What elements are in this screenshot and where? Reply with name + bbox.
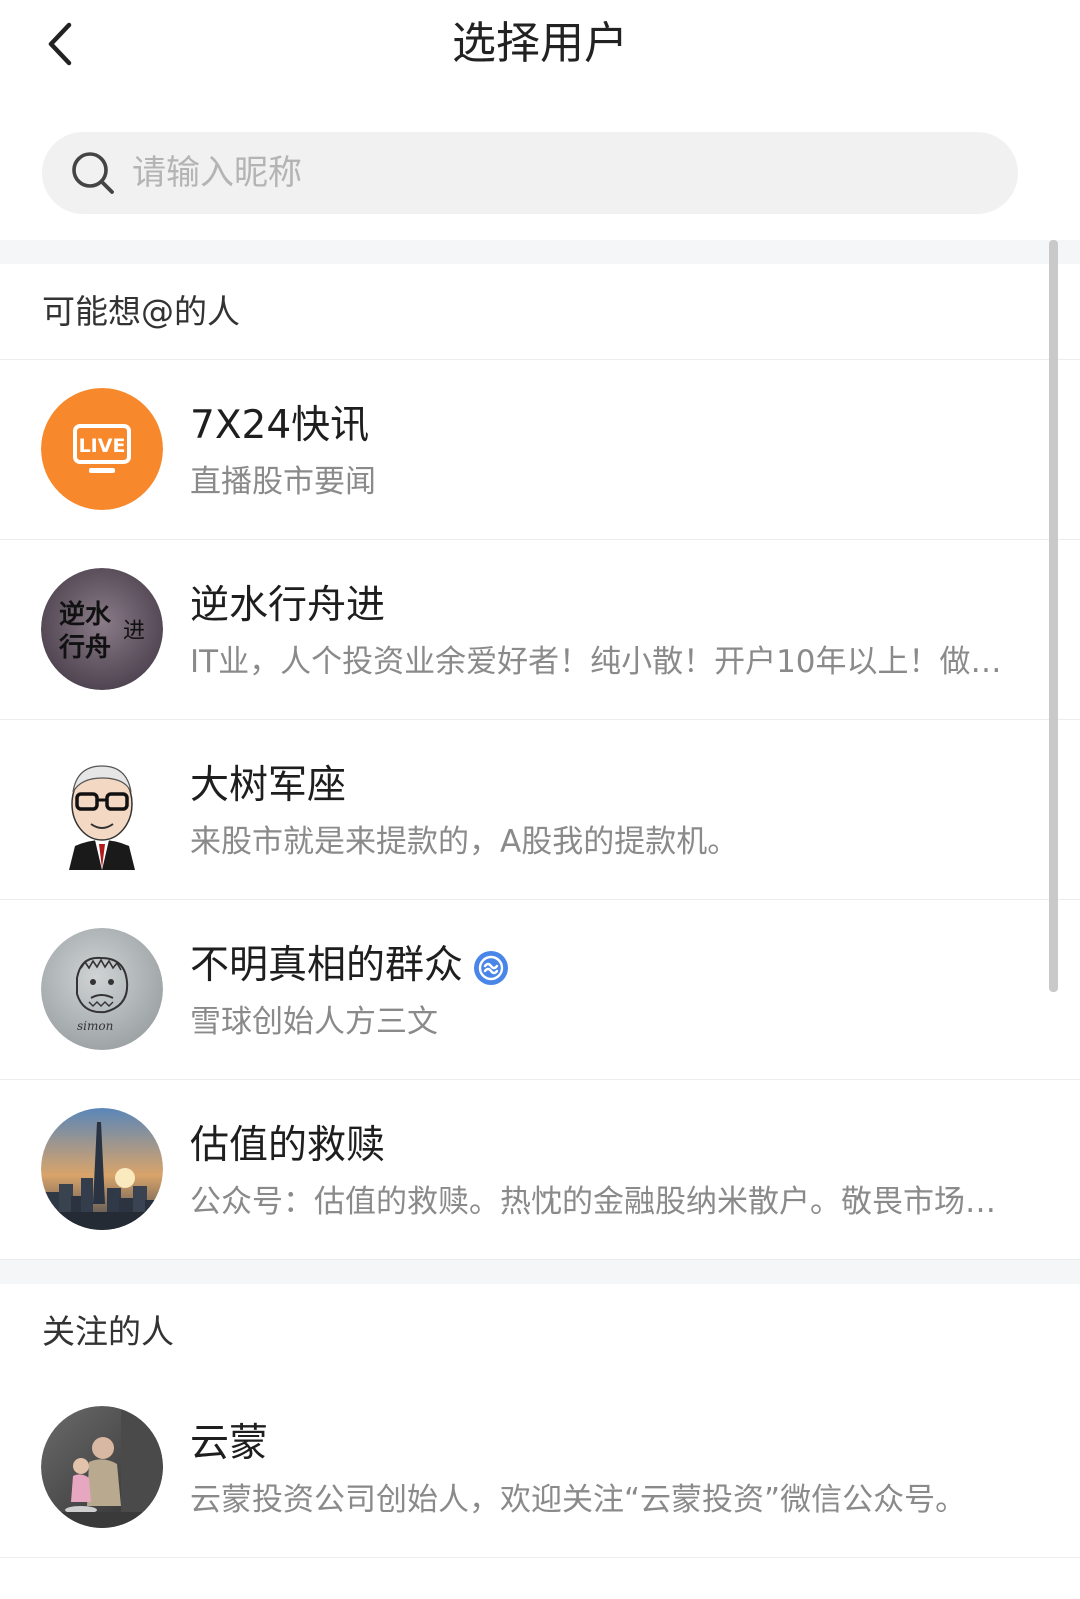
avatar-calligraphy: 进 (123, 619, 145, 644)
avatar (41, 1108, 163, 1230)
search-icon (70, 150, 116, 196)
avatar (41, 748, 163, 870)
user-desc: 雪球创始人方三文 (190, 1004, 438, 1040)
user-desc: 直播股市要闻 (190, 464, 376, 500)
user-name: 7X24快讯 (190, 400, 369, 452)
section-title: 可能想@的人 (42, 292, 240, 331)
avatar: LIVE (41, 388, 163, 510)
user-name-text: 7X24快讯 (190, 403, 370, 448)
search-input[interactable] (130, 142, 988, 204)
user-desc: 云蒙投资公司创始人，欢迎关注“云蒙投资”微信公众号。 (190, 1482, 967, 1518)
avatar-calligraphy: 逆水 (59, 599, 112, 630)
avatar-calligraphy: 行舟 (58, 632, 111, 663)
user-desc: IT业，人个投资业余爱好者！纯小散！开户10年以上！做过不少亏本生意 (190, 644, 1010, 680)
avatar: simon (41, 928, 163, 1050)
top-bar: 选择用户 (0, 0, 1080, 100)
page-title: 选择用户 (452, 18, 628, 69)
user-row-buming[interactable]: simon 不明真相的群众 雪球创始人方三文 (0, 900, 1080, 1080)
user-name: 大树军座 (190, 760, 346, 812)
user-row-yunmeng[interactable]: 云蒙 云蒙投资公司创始人，欢迎关注“云蒙投资”微信公众号。 (0, 1378, 1080, 1558)
user-name-text: 云蒙 (190, 1421, 269, 1466)
user-name: 逆水行舟进 (190, 580, 385, 632)
user-name-text: 大树军座 (190, 763, 347, 808)
section-header-suggested: 可能想@的人 (0, 264, 1080, 360)
user-row-7x24[interactable]: LIVE 7X24快讯 直播股市要闻 (0, 360, 1080, 540)
avatar-signature: simon (77, 1019, 113, 1033)
user-desc: 公众号：估值的救赎。热忱的金融股纳米散户。敬畏市场，理性投资 (190, 1184, 1010, 1220)
live-badge-text: LIVE (79, 435, 126, 457)
user-name: 云蒙 (190, 1418, 268, 1470)
search-bar[interactable] (42, 132, 1018, 214)
user-row-dashu[interactable]: 大树军座 来股市就是来提款的，A股我的提款机。 (0, 720, 1080, 900)
verified-badge-icon (473, 948, 509, 985)
scrollbar[interactable] (1049, 240, 1058, 992)
section-divider (0, 240, 1080, 264)
user-row-nishui[interactable]: 逆水 行舟 进 逆水行舟进 IT业，人个投资业余爱好者！纯小散！开户10年以上！… (0, 540, 1080, 720)
user-row-guzhi[interactable]: 估值的救赎 公众号：估值的救赎。热忱的金融股纳米散户。敬畏市场，理性投资 (0, 1080, 1080, 1260)
user-desc: 来股市就是来提款的，A股我的提款机。 (190, 824, 739, 860)
avatar: 逆水 行舟 进 (41, 568, 163, 690)
section-title: 关注的人 (42, 1312, 174, 1351)
user-name: 不明真相的群众 (190, 940, 509, 992)
section-divider (0, 1260, 1080, 1284)
user-name: 估值的救赎 (190, 1120, 385, 1172)
user-name-text: 逆水行舟进 (190, 583, 386, 628)
avatar (41, 1406, 163, 1528)
section-header-following: 关注的人 (0, 1284, 1080, 1380)
user-name-text: 不明真相的群众 (190, 943, 464, 988)
user-name-text: 估值的救赎 (190, 1123, 386, 1168)
